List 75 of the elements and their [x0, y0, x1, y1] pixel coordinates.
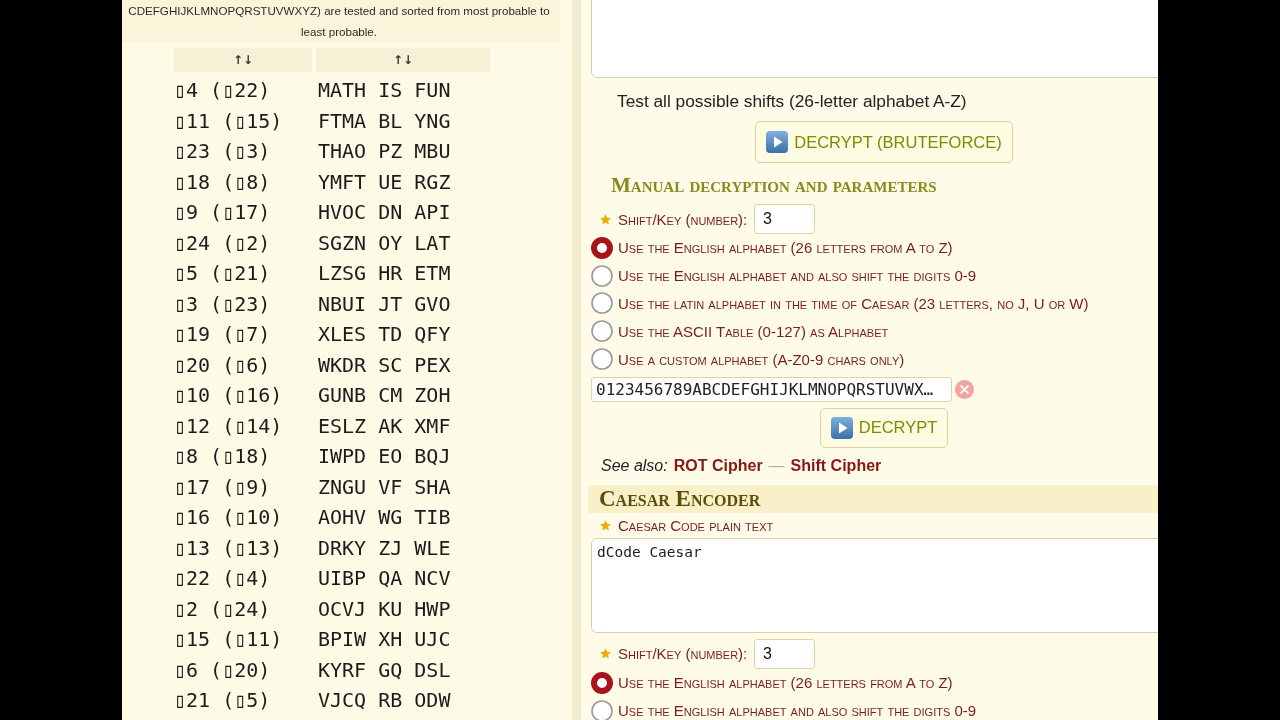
shift-cell-text: ▯8 (▯18)	[174, 443, 272, 471]
shift-cell-text: ▯20 (▯6)	[174, 351, 272, 379]
star-icon	[600, 520, 611, 532]
plaintext-cell-text: AOHV WG TIB	[317, 504, 452, 532]
shift-cell-text: ▯23 (▯3)	[174, 138, 272, 166]
shift-cell-text: ▯13 (▯13)	[174, 534, 284, 562]
play-icon	[830, 417, 853, 439]
shift-cell-text: ▯17 (▯9)	[174, 473, 272, 501]
plaintext-cell-text: YMFT UE RGZ	[317, 168, 452, 196]
sort-header[interactable]: ↑↓	[316, 48, 490, 72]
shift-key-field[interactable]: 3	[754, 639, 815, 669]
star-icon	[600, 648, 611, 660]
shift-cell-text: ▯21 (▯5)	[174, 687, 272, 715]
star-icon	[600, 213, 611, 225]
plaintext-cell-text: FTMA BL YNG	[317, 107, 452, 135]
alphabet-option[interactable]: Use a custom alphabet (A-Z0-9 chars only)	[591, 345, 1158, 373]
plaintext-cell-text: SGZN OY LAT	[317, 229, 452, 257]
bruteforce-hint: Test all possible shifts (26-letter alphabet A-Z)	[616, 90, 968, 113]
shift-cell-text: ▯16 (▯10)	[174, 504, 284, 532]
plaintext-cell-text: BPIW XH UJC	[317, 626, 452, 654]
plaintext-cell-text: UIBP QA NCV	[317, 565, 452, 593]
shift-cell-text: ▯5 (▯21)	[174, 260, 272, 288]
alphabet-option[interactable]: Use the latin alphabet in the time of Caesar (23 letters, no J, U or W)	[591, 289, 1158, 318]
shift-cell-text: ▯4 (▯22)	[174, 77, 272, 105]
plain-text-label: Caesar Code plain text	[618, 517, 774, 535]
alphabet-option[interactable]: Use the ASCII Table (0-127) as Alphabet	[591, 317, 1158, 346]
shift-key-label: Shift/Key (number):	[618, 210, 749, 228]
intro-text: CDEFGHIJKLMNOPQRSTUVWXYZ) are tested and sorted from most probable to least probable.	[122, 0, 560, 42]
shift-cell-text: ▯19 (▯7)	[174, 321, 272, 349]
shift-cell-text: ▯10 (▯16)	[174, 382, 284, 410]
alphabet-option[interactable]: Use the English alphabet and also shift the digits 0-9	[591, 261, 1158, 290]
plaintext-cell-text: VJCQ RB ODW	[317, 687, 452, 715]
plaintext-cell-text: HVOC DN API	[317, 199, 452, 227]
plaintext-cell-text: GUNB CM ZOH	[317, 382, 452, 410]
shift-cell-text: ▯18 (▯8)	[174, 168, 272, 196]
shift-cell-text: ▯24 (▯2)	[174, 229, 272, 257]
sort-header[interactable]: ↑↓	[174, 48, 312, 72]
shift-cell-text: ▯22 (▯4)	[174, 565, 272, 593]
see-also-label: See also:	[601, 456, 668, 476]
plaintext-cell-text: NBUI JT GVO	[317, 290, 452, 318]
plaintext-cell-text: XLES TD QFY	[317, 321, 452, 349]
clear-icon[interactable]	[955, 380, 974, 399]
section-heading: Manual decryption and parameters	[610, 175, 938, 195]
play-icon	[766, 131, 789, 153]
plaintext-cell-text: OCVJ KU HWP	[317, 595, 452, 623]
custom-alphabet-field[interactable]: 0123456789ABCDEFGHIJKLMNOPQRSTUVWX…	[591, 377, 952, 402]
decrypt-bruteforce-button[interactable]: DECRYPT (BRUTEFORCE)	[755, 121, 1013, 163]
shift-cell-text: ▯12 (▯14)	[174, 412, 284, 440]
shift-cell-text: ▯2 (▯24)	[174, 595, 272, 623]
shift-cell-text: ▯15 (▯11)	[174, 626, 284, 654]
shift-cell-text: ▯11 (▯15)	[174, 107, 284, 135]
decrypt-button[interactable]: DECRYPT	[819, 408, 949, 448]
plaintext-area[interactable]: dCode Caesar	[591, 538, 1158, 633]
plaintext-cell-text: ZNGU VF SHA	[317, 473, 452, 501]
plaintext-cell-text: DRKY ZJ WLE	[317, 534, 452, 562]
alphabet-option[interactable]: Use the English alphabet and also shift the digits 0-9	[591, 696, 1158, 720]
shift-key-field[interactable]: 3	[754, 204, 815, 234]
plaintext-cell-text: ESLZ AK XMF	[317, 412, 452, 440]
plaintext-cell-text: WKDR SC PEX	[317, 351, 452, 379]
plaintext-cell-text: LZSG HR ETM	[317, 260, 452, 288]
shift-cell-text: ▯3 (▯23)	[174, 290, 272, 318]
ciphertext-area[interactable]	[591, 0, 1158, 78]
link-separator: —	[768, 456, 785, 476]
cipher-link[interactable]: Shift Cipher	[790, 455, 882, 477]
alphabet-option[interactable]: Use the English alphabet (26 letters from A to Z)	[591, 669, 1158, 697]
plaintext-cell-text: MATH IS FUN	[317, 77, 452, 105]
plaintext-cell-text: KYRF GQ DSL	[317, 656, 452, 684]
shift-cell-text: ▯9 (▯17)	[174, 199, 272, 227]
alphabet-option[interactable]: Use the English alphabet (26 letters from A to Z)	[591, 234, 1158, 262]
shift-cell-text: ▯6 (▯20)	[174, 656, 272, 684]
cipher-link[interactable]: ROT Cipher	[673, 455, 763, 477]
plaintext-cell-text: IWPD EO BQJ	[317, 443, 452, 471]
encoder-title: Caesar Encoder	[588, 485, 1158, 513]
plaintext-cell-text: THAO PZ MBU	[317, 138, 452, 166]
shift-key-label: Shift/Key (number):	[618, 645, 749, 663]
